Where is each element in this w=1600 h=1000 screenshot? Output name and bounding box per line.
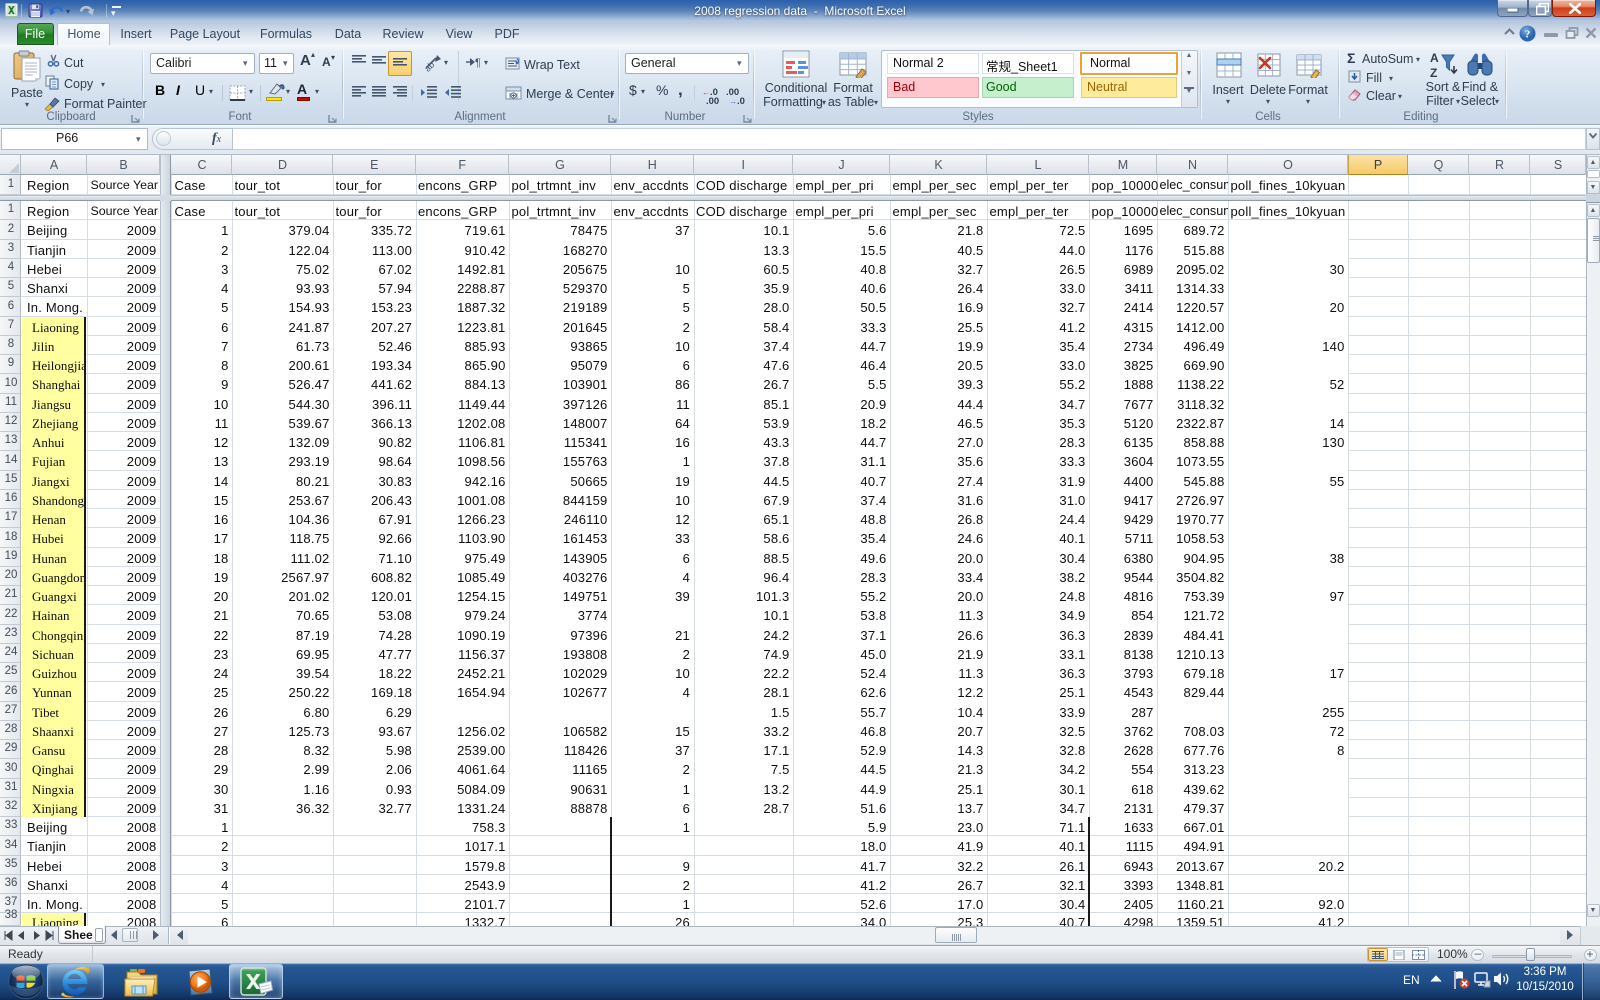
svg-text:?: ? xyxy=(1525,29,1531,41)
svg-text:Z: Z xyxy=(1430,66,1437,80)
svg-text:ab: ab xyxy=(424,60,436,72)
svg-text:¶: ¶ xyxy=(475,57,481,68)
svg-text:A: A xyxy=(1430,51,1439,65)
